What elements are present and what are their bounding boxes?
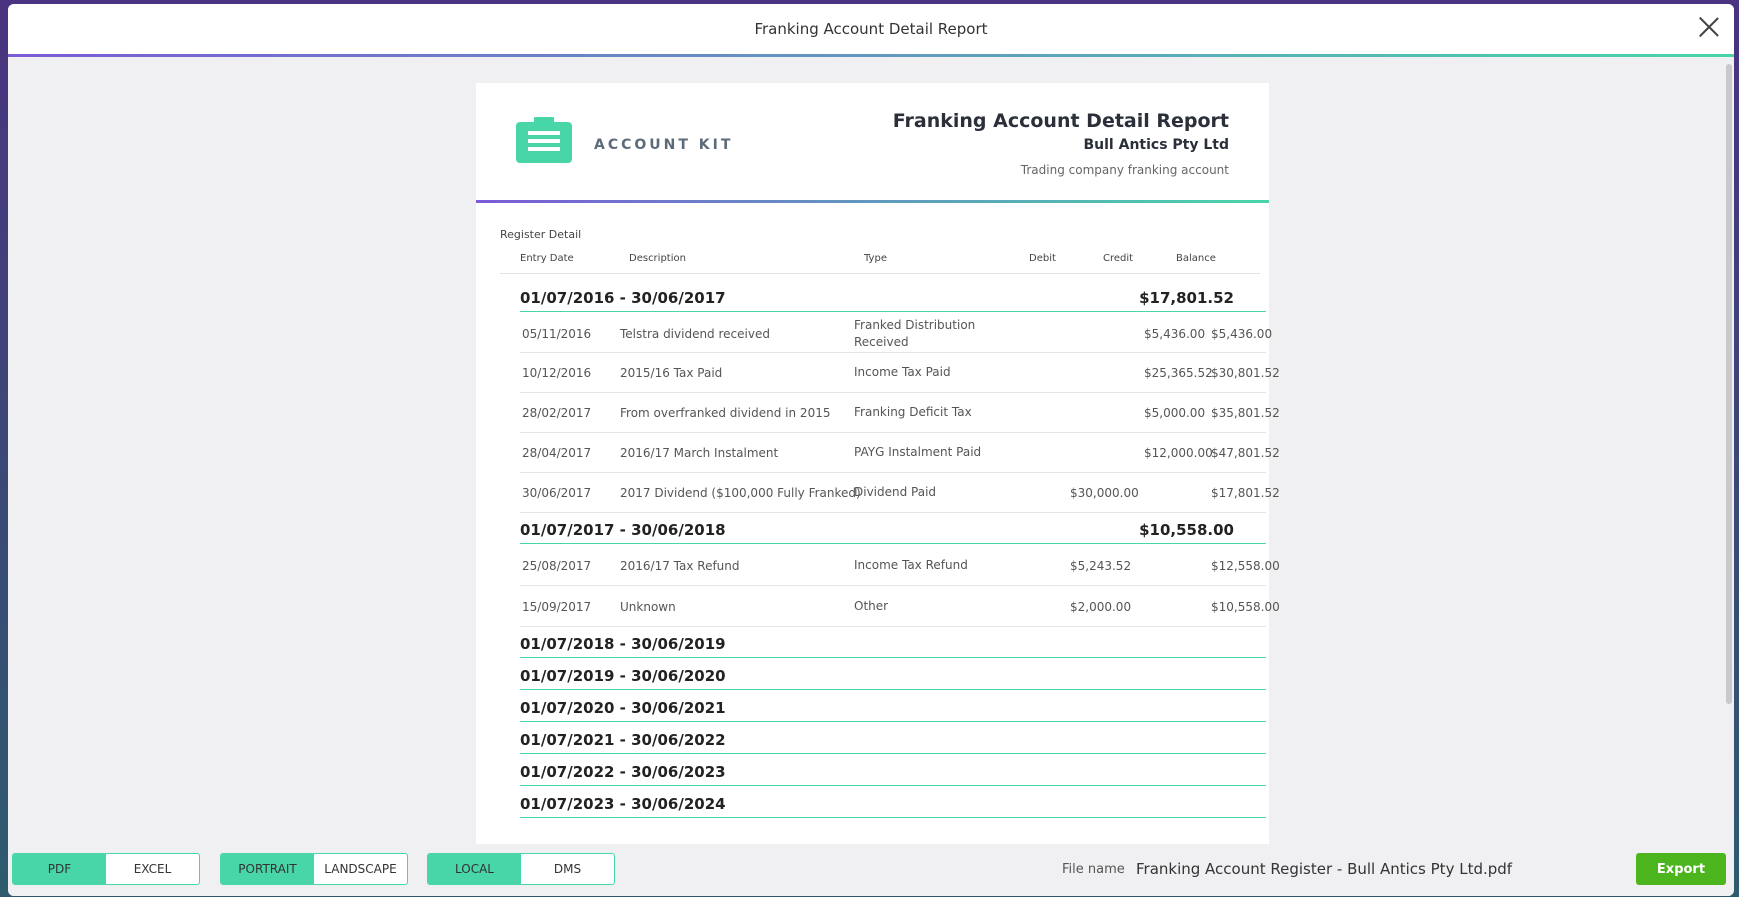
period-balance: $10,558.00 [1139,521,1234,539]
cell-balance: $17,801.52 [1211,486,1280,500]
cell-balance: $35,801.52 [1211,406,1280,420]
section-title: Register Detail [500,228,582,241]
cell-date: 28/02/2017 [522,406,592,420]
cell-type: Income Tax Refund [854,558,968,572]
cell-type: Income Tax Paid [854,365,951,379]
column-header-type: Type [864,253,887,264]
cell-description: Telstra dividend received [620,327,770,341]
cell-type: Other [854,599,889,613]
table-row: 05/11/2016 Telstra dividend received Fra… [520,313,1272,353]
cell-description: From overfranked dividend in 2015 [620,406,831,420]
orientation-toggle: PORTRAIT LANDSCAPE [220,853,408,885]
period-label: 01/07/2020 - 30/06/2021 [520,699,726,717]
destination-toggle: LOCAL DMS [427,853,615,885]
orientation-landscape-button[interactable]: LANDSCAPE [314,854,407,884]
report-divider [476,200,1269,203]
cell-balance: $47,801.52 [1211,446,1280,460]
table-row: 10/12/2016 2015/16 Tax Paid Income Tax P… [520,353,1280,393]
period-header: 01/07/2022 - 30/06/2023 [520,756,1266,786]
report-title: Franking Account Detail Report [892,110,1229,132]
table-row: 28/02/2017 From overfranked dividend in … [520,393,1280,433]
format-toggle: PDF EXCEL [12,853,200,885]
export-button[interactable]: Export [1636,853,1726,885]
cell-credit: $5,436.00 [1144,327,1206,341]
cell-balance: $30,801.52 [1211,366,1280,380]
cell-date: 05/11/2016 [522,327,592,341]
period-header: 01/07/2018 - 30/06/2019 [520,628,1266,658]
table-row: 15/09/2017 Unknown Other $2,000.00 $10,5… [520,586,1280,627]
period-label: 01/07/2016 - 30/06/2017 [520,289,726,307]
cell-credit: $12,000.00 [1144,446,1213,460]
cell-debit: $2,000.00 [1070,600,1132,614]
cell-balance: $12,558.00 [1211,559,1280,573]
period-label: 01/07/2019 - 30/06/2020 [520,667,726,685]
cell-credit: $5,000.00 [1144,406,1206,420]
format-excel-button[interactable]: EXCEL [106,854,199,884]
cell-date: 10/12/2016 [522,366,592,380]
orientation-portrait-button[interactable]: PORTRAIT [221,854,314,884]
period-header: 01/07/2021 - 30/06/2022 [520,724,1266,754]
report-modal: Franking Account Detail Report ACCOUNT K… [8,4,1734,896]
table-row: 30/06/2017 2017 Dividend ($100,000 Fully… [520,473,1280,513]
scrollbar[interactable] [1726,64,1732,704]
column-header-balance: Balance [1176,253,1216,264]
close-icon[interactable] [1698,16,1720,38]
header-divider [8,54,1734,57]
period-label: 01/07/2017 - 30/06/2018 [520,521,726,539]
cell-date: 25/08/2017 [522,559,592,573]
column-header-entry-date: Entry Date [520,253,574,264]
column-header-divider [500,273,1260,274]
column-header-credit: Credit [1103,253,1134,264]
logo-text: ACCOUNT KIT [594,137,734,153]
cell-date: 28/04/2017 [522,446,592,460]
column-header-description: Description [629,253,686,264]
export-footer: PDF EXCEL PORTRAIT LANDSCAPE LOCAL DMS F… [8,844,1734,896]
cell-date: 30/06/2017 [522,486,592,500]
cell-debit: $5,243.52 [1070,559,1132,573]
cell-description: 2016/17 March Instalment [620,446,779,460]
cell-credit: $25,365.52 [1144,366,1213,380]
period-header: 01/07/2019 - 30/06/2020 [520,660,1266,690]
cell-balance: $10,558.00 [1211,600,1280,614]
cell-description: Unknown [620,600,676,614]
period-label: 01/07/2018 - 30/06/2019 [520,635,726,653]
period-header: 01/07/2017 - 30/06/2018 $10,558.00 [520,514,1266,544]
file-name-input[interactable]: Franking Account Register - Bull Antics … [1136,860,1512,878]
modal-title: Franking Account Detail Report [754,20,988,38]
cell-description: 2016/17 Tax Refund [620,559,740,573]
cell-type: Franked Distribution Received [854,318,976,349]
format-pdf-button[interactable]: PDF [13,854,106,884]
period-header: 01/07/2023 - 30/06/2024 [520,788,1266,818]
cell-type: Dividend Paid [854,485,937,499]
cell-balance: $5,436.00 [1211,327,1273,341]
cell-type: PAYG Instalment Paid [854,445,982,459]
briefcase-logo-icon [516,117,572,163]
period-label: 01/07/2021 - 30/06/2022 [520,731,726,749]
period-label: 01/07/2022 - 30/06/2023 [520,763,726,781]
cell-description: 2017 Dividend ($100,000 Fully Franked) [620,486,861,500]
period-header: 01/07/2016 - 30/06/2017 $17,801.52 [520,282,1266,312]
destination-local-button[interactable]: LOCAL [428,854,521,884]
cell-type: Franking Deficit Tax [854,405,972,419]
period-label: 01/07/2023 - 30/06/2024 [520,795,726,813]
column-header-debit: Debit [1029,253,1056,264]
cell-debit: $30,000.00 [1070,486,1139,500]
destination-dms-button[interactable]: DMS [521,854,614,884]
report-company: Bull Antics Pty Ltd [1083,137,1230,153]
file-name-label: File name [1062,862,1125,877]
report-subtitle: Trading company franking account [1020,163,1229,177]
table-row: 28/04/2017 2016/17 March Instalment PAYG… [520,433,1280,473]
table-row: 25/08/2017 2016/17 Tax Refund Income Tax… [520,545,1280,586]
period-balance: $17,801.52 [1139,289,1234,307]
cell-description: 2015/16 Tax Paid [620,366,723,380]
report-preview: ACCOUNT KIT Franking Account Detail Repo… [476,83,1280,853]
modal-header: Franking Account Detail Report [8,4,1734,55]
period-header: 01/07/2020 - 30/06/2021 [520,692,1266,722]
cell-date: 15/09/2017 [522,600,592,614]
